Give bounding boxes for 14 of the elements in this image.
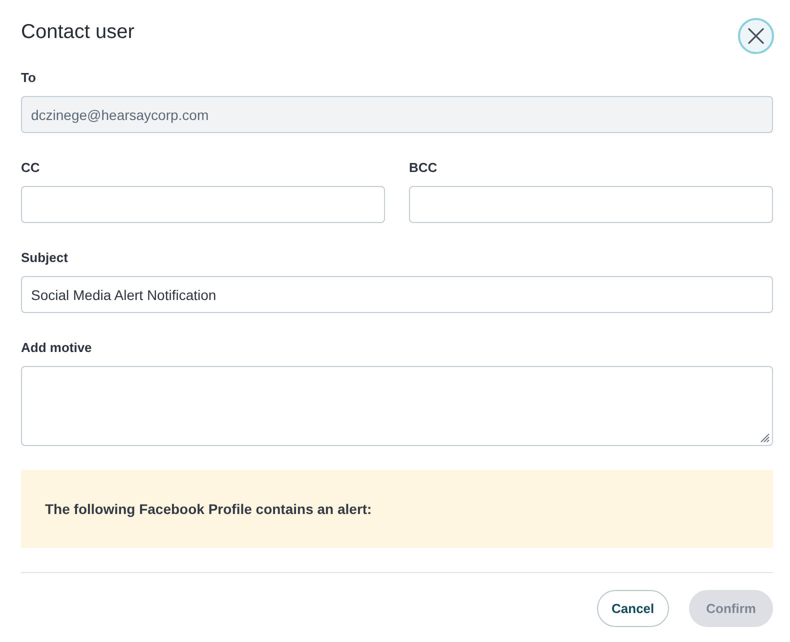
cancel-button[interactable]: Cancel	[596, 590, 670, 627]
field-label: Add motive	[21, 340, 92, 356]
field-label: CC	[21, 160, 40, 176]
text-input[interactable]: Social Media Alert Notification	[21, 276, 773, 313]
dialog-title: Contact user	[21, 20, 134, 44]
field-label: Subject	[21, 250, 68, 266]
resize-grip-icon[interactable]	[760, 433, 770, 443]
field-label: BCC	[409, 160, 438, 176]
text-input[interactable]	[21, 186, 385, 223]
close-icon	[748, 28, 764, 44]
text-input[interactable]	[409, 186, 773, 223]
alert-message: The following Facebook Profile contains an alert:	[45, 501, 372, 517]
field-label: To	[21, 70, 36, 86]
close-button[interactable]	[738, 18, 774, 54]
